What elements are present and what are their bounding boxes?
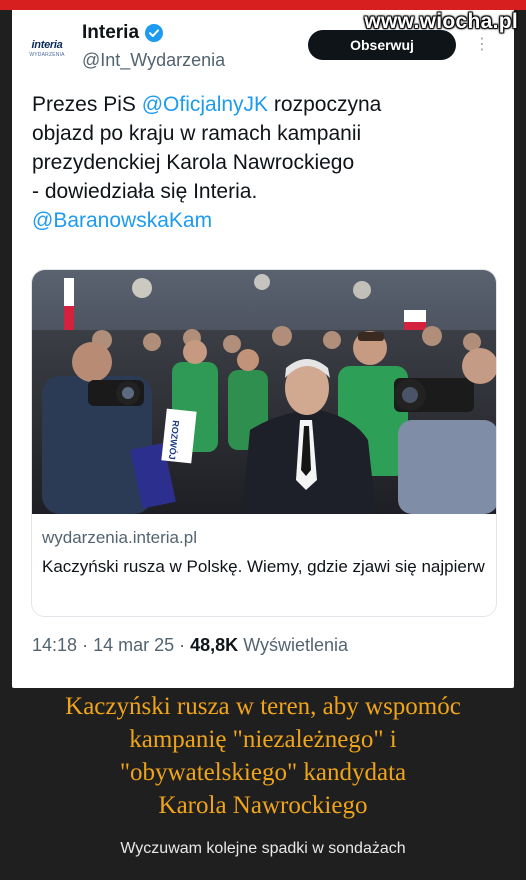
tweet-date[interactable]: 14 mar 25 [93,635,174,655]
meta-separator: · [179,635,191,655]
caption-line-2: kampanię "niezależnego" i [129,726,397,753]
mention-oficjalnyjk-link[interactable]: @OficjalnyJK [142,93,268,116]
meme-caption: Kaczyński rusza w teren, aby wspomóc kam… [0,690,526,822]
link-domain[interactable]: wydarzenia.interia.pl [42,528,197,548]
account-handle[interactable]: @Int_Wydarzenia [82,50,225,71]
avatar[interactable]: interia WYDARZENIA [22,28,72,68]
account-name[interactable]: Interia [82,22,139,44]
tweet-text-line-1: Prezes PiS @OficjalnyJK rozpoczyna [32,90,492,119]
news-photo[interactable]: ROZWÓJ [32,270,497,514]
views-label: Wyświetlenia [243,635,349,655]
tweet-meta: 14:18 · 14 mar 25 · 48,8K Wyświetlenia [32,635,348,656]
caption-line-1: Kaczyński rusza w teren, aby wspomóc [65,693,461,720]
tweet-text-line-2: objazd po kraju w ramach kampanii [32,122,362,145]
site-watermark: www.wiocha.pl [364,10,518,33]
avatar-logo-text: interia [31,38,63,51]
top-accent-strip [0,0,526,10]
more-dots-icon[interactable]: ⋮ [474,34,491,54]
tweet-text-line-3: prezydenckiej Karola Nawrockiego [32,151,355,174]
caption-line-4: Karola Nawrockiego [158,792,368,819]
link-preview-card[interactable]: ROZWÓJ wydarzenia.interia.pl Kaczyński r… [31,269,497,617]
tweet-text-segment: rozpoczyna [268,93,382,116]
meta-separator: · [82,635,94,655]
tweet-text: Prezes PiS @OficjalnyJK rozpoczyna objaz… [32,90,492,235]
caption-line-3: "obywatelskiego" kandydata [119,759,407,786]
tweet-text-segment: Prezes PiS [32,93,142,116]
tweet-text-line-4: - dowiedziała się Interia. [32,180,258,203]
account-name-row[interactable]: Interia [82,22,164,44]
verified-badge-icon [145,24,164,42]
follow-button[interactable]: Obserwuj [308,30,456,60]
mention-baranowskakam-link[interactable]: @BaranowskaKam [32,206,492,235]
avatar-logo-subtext: WYDARZENIA [29,51,65,58]
meme-comment: Wyczuwam kolejne spadki w sondażach [120,840,406,857]
tweet-time[interactable]: 14:18 [32,635,77,655]
link-title[interactable]: Kaczyński rusza w Polskę. Wiemy, gdzie z… [42,554,488,579]
views-count: 48,8K [190,635,239,655]
